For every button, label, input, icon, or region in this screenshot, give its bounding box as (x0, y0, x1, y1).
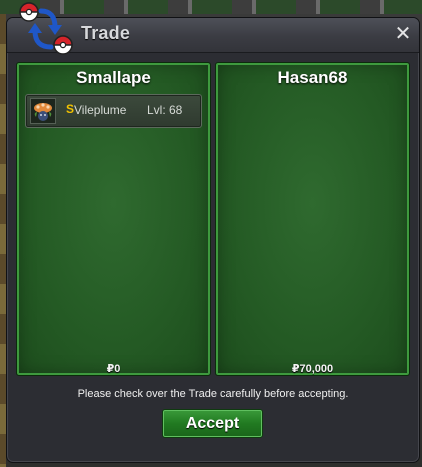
left-money-offer: ₽0 (106, 363, 121, 375)
accept-button[interactable]: Accept (162, 409, 263, 438)
left-player-name: Smallape (76, 68, 151, 87)
pokeball-icon (53, 35, 73, 55)
trade-item-row[interactable]: S Vileplume Lvl: 68 (25, 94, 202, 128)
trade-window: Trade ✕ Smallape S Vileplume Lvl: 68 ₽0 … (6, 2, 420, 463)
left-trade-panel: Smallape S Vileplume Lvl: 68 ₽0 (16, 62, 211, 376)
right-player-name: Hasan68 (277, 68, 348, 87)
shiny-marker: S (66, 102, 75, 116)
pokeball-icon (19, 2, 39, 22)
vileplume-sprite-icon (30, 98, 56, 124)
trade-notice: Please check over the Trade carefully be… (77, 388, 349, 400)
right-money-offer: ₽70,000 (291, 363, 334, 375)
window-title: Trade (81, 23, 131, 43)
trade-arrows-pokeball-icon (19, 2, 73, 55)
right-trade-panel: Hasan68 ₽70,000 (215, 62, 410, 376)
game-screen: Trade ✕ Smallape S Vileplume Lvl: 68 ₽0 … (0, 0, 422, 467)
pokemon-name: Vileplume (74, 103, 127, 117)
pokemon-level: Lvl: 68 (147, 103, 183, 117)
close-icon[interactable]: ✕ (393, 24, 413, 44)
